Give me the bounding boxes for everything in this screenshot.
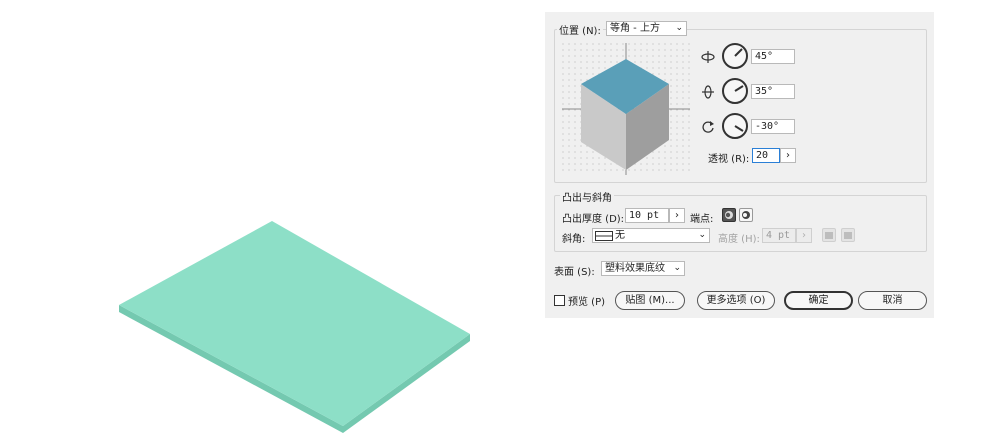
extrude-depth-label: 凸出厚度 (D): — [562, 214, 625, 225]
map-button[interactable]: 贴图 (M)... — [615, 291, 685, 310]
dial-needle-icon — [734, 85, 744, 92]
preview-label[interactable]: 预览 (P) — [568, 293, 605, 308]
cap-on-icon — [725, 211, 733, 219]
chevron-down-icon: ⌄ — [698, 230, 706, 240]
surface-label: 表面 (S): — [554, 267, 595, 278]
perspective-input[interactable]: 20 — [752, 148, 780, 163]
position-label: 位置 (N): — [557, 22, 603, 37]
preview-checkbox[interactable] — [554, 295, 565, 306]
bevel-select[interactable]: 无 ⌄ — [592, 228, 710, 243]
bevel-in-button[interactable] — [841, 228, 855, 242]
bevel-height-label: 高度 (H): — [718, 234, 760, 245]
chevron-down-icon: ⌄ — [673, 263, 681, 273]
position-select-value: 等角 - 上方 — [610, 23, 660, 34]
z-rotation-dial[interactable] — [722, 113, 748, 139]
y-rotation-dial[interactable] — [722, 78, 748, 104]
bevel-out-icon — [825, 232, 833, 239]
bevel-none-icon — [595, 231, 613, 241]
cap-off-button[interactable] — [739, 208, 753, 222]
position-select[interactable]: 等角 - 上方 ⌄ — [606, 21, 687, 36]
bevel-out-button[interactable] — [822, 228, 836, 242]
extrude-bevel-title: 凸出与斜角 — [560, 189, 614, 204]
bevel-height-stepper[interactable]: › — [796, 228, 812, 243]
dial-needle-icon — [734, 48, 743, 57]
perspective-label: 透视 (R): — [708, 154, 750, 165]
cap-off-icon — [742, 211, 750, 219]
surface-select[interactable]: 塑料效果底纹 ⌄ — [601, 261, 685, 276]
extrude-depth-input[interactable]: 10 pt — [625, 208, 669, 223]
cap-label: 端点: — [690, 214, 714, 225]
cube-preview[interactable] — [562, 43, 690, 175]
bevel-in-icon — [844, 232, 852, 239]
cap-on-button[interactable] — [722, 208, 736, 222]
bevel-select-value: 无 — [615, 230, 625, 241]
3d-options-dialog: 位置 (N): 等角 - 上方 ⌄ 45° 35° -30° 透视 (R): 2… — [545, 12, 934, 318]
dial-needle-icon — [734, 125, 744, 132]
bevel-height-input[interactable]: 4 pt — [762, 228, 796, 243]
more-options-button[interactable]: 更多选项 (O) — [697, 291, 775, 310]
bevel-label: 斜角: — [562, 234, 586, 245]
extrude-depth-stepper[interactable]: › — [669, 208, 685, 223]
x-rotation-dial[interactable] — [722, 43, 748, 69]
chevron-down-icon: ⌄ — [675, 23, 683, 33]
slab-top-face — [119, 221, 470, 426]
z-rotation-input[interactable]: -30° — [751, 119, 795, 134]
artboard — [0, 0, 545, 439]
y-rotation-input[interactable]: 35° — [751, 84, 795, 99]
x-rotation-input[interactable]: 45° — [751, 49, 795, 64]
rotate-y-icon — [702, 85, 714, 99]
perspective-stepper[interactable]: › — [780, 148, 796, 163]
cancel-button[interactable]: 取消 — [858, 291, 927, 310]
slab-artwork[interactable] — [0, 0, 545, 439]
surface-select-value: 塑料效果底纹 — [605, 263, 665, 274]
ok-button[interactable]: 确定 — [784, 291, 853, 310]
rotate-z-icon — [702, 121, 714, 133]
rotate-x-icon — [701, 51, 715, 63]
